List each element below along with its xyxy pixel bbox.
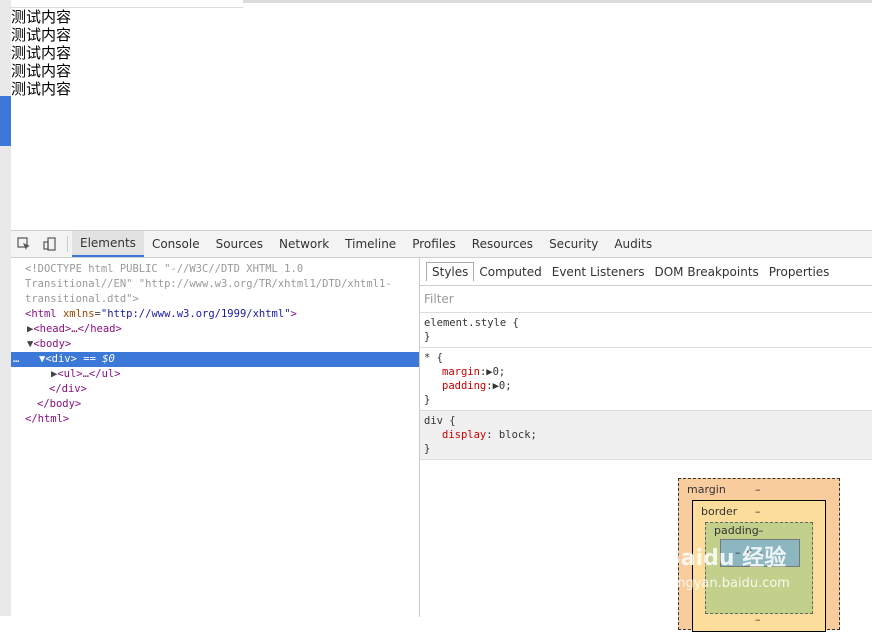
top-bar-segment — [243, 0, 872, 3]
rule-div-useragent: div { display: block; } — [420, 411, 872, 460]
property-name: margin — [442, 366, 480, 378]
border-label: border — [701, 505, 738, 518]
property-value: block; — [498, 429, 537, 441]
style-property: display: block; — [442, 429, 537, 441]
subtab-styles[interactable]: Styles — [426, 262, 475, 281]
subtab-computed[interactable]: Computed — [474, 265, 546, 279]
property-name: display — [442, 429, 487, 441]
rule-close: } — [424, 443, 431, 455]
selected-marker: == $0 — [83, 353, 115, 365]
styles-filter-input[interactable]: Filter — [420, 286, 872, 313]
styles-subtabs: Styles Computed Event Listeners DOM Brea… — [420, 258, 872, 286]
doctype-line[interactable]: Transitional//EN" "http://www.w3.org/TR/… — [11, 277, 419, 292]
more-dots-icon[interactable]: … — [13, 352, 19, 367]
content-line: 测试内容 — [11, 80, 72, 98]
div-tag: <div> — [45, 353, 77, 365]
toolbar-separator — [67, 236, 68, 252]
rule-close: } — [424, 394, 431, 406]
doctype-line[interactable]: <!DOCTYPE html PUBLIC "-//W3C//DTD XHTML… — [11, 262, 419, 277]
tab-console[interactable]: Console — [144, 231, 208, 257]
page-content: 测试内容 测试内容 测试内容 测试内容 测试内容 — [11, 8, 872, 230]
tab-elements[interactable]: Elements — [72, 231, 144, 257]
property-name: padding — [442, 380, 487, 392]
tab-timeline[interactable]: Timeline — [337, 231, 404, 257]
tab-network[interactable]: Network — [271, 231, 337, 257]
rule-close: } — [424, 331, 431, 343]
browser-top-bar — [0, 0, 872, 8]
device-mode-icon[interactable] — [37, 231, 63, 257]
content-line: 测试内容 — [11, 26, 72, 44]
left-accent-bar — [0, 96, 11, 146]
html-open-tag-end: > — [290, 308, 297, 320]
style-property[interactable]: margin:▶0; — [424, 365, 868, 379]
margin-label: margin — [687, 483, 726, 496]
content-line: 测试内容 — [11, 44, 72, 62]
body-tag: <body> — [33, 338, 72, 350]
content-line: 测试内容 — [11, 8, 72, 26]
body-close-tag: </body> — [37, 398, 82, 410]
div-close-tag: </div> — [49, 383, 87, 395]
rule-selector[interactable]: * { — [424, 351, 868, 365]
html-close-node[interactable]: </html> — [11, 412, 419, 427]
rule-selector[interactable]: element.style { — [424, 316, 868, 330]
rule-element-style: element.style { } — [420, 313, 872, 348]
property-value: 0; — [492, 366, 506, 378]
rule-universal: * { margin:▶0; padding:▶0; } — [420, 348, 872, 411]
subtab-event-listeners[interactable]: Event Listeners — [547, 265, 650, 279]
subtab-dom-breakpoints[interactable]: DOM Breakpoints — [649, 265, 763, 279]
border-value[interactable]: – — [755, 505, 761, 518]
tab-resources[interactable]: Resources — [464, 231, 541, 257]
body-close-node[interactable]: </body> — [11, 397, 419, 412]
body-node[interactable]: ▼<body> — [11, 337, 419, 352]
devtools-toolbar: Elements Console Sources Network Timelin… — [11, 231, 872, 258]
padding-value[interactable]: – — [758, 524, 764, 537]
baidu-watermark: Baidu 经验 jingyan.baidu.com — [664, 540, 834, 600]
html-open-tag: <html — [25, 308, 57, 320]
ul-node[interactable]: ▶<ul>…</ul> — [11, 367, 419, 382]
margin-value[interactable]: – — [755, 483, 761, 496]
doctype-line[interactable]: transitional.dtd"> — [11, 292, 419, 307]
style-property[interactable]: padding:▶0; — [424, 379, 868, 393]
tab-security[interactable]: Security — [541, 231, 606, 257]
subtab-properties[interactable]: Properties — [764, 265, 835, 279]
left-sidebar-strip — [0, 0, 11, 616]
head-tag: <head>…</head> — [33, 323, 122, 335]
border-bottom-value[interactable]: – — [755, 613, 761, 626]
tab-profiles[interactable]: Profiles — [404, 231, 464, 257]
html-attr-name: xmlns — [62, 308, 95, 320]
elements-tree: <!DOCTYPE html PUBLIC "-//W3C//DTD XHTML… — [11, 258, 420, 617]
div-node-selected[interactable]: … ▼<div> == $0 — [11, 352, 419, 367]
property-value: 0; — [498, 380, 512, 392]
ul-tag: <ul>…</ul> — [57, 368, 121, 380]
html-attr-value: "http://www.w3.org/1999/xhtml" — [100, 308, 291, 320]
head-node[interactable]: ▶<head>…</head> — [11, 322, 419, 337]
tab-sources[interactable]: Sources — [208, 231, 271, 257]
div-close-node[interactable]: </div> — [11, 382, 419, 397]
content-line: 测试内容 — [11, 62, 72, 80]
padding-label: padding — [714, 524, 759, 537]
watermark-brand: Baidu 经验 — [664, 546, 787, 571]
watermark-url: jingyan.baidu.com — [670, 576, 790, 591]
rule-selector: div { — [424, 415, 456, 427]
inspect-element-icon[interactable] — [11, 231, 37, 257]
top-bar-segment — [11, 0, 243, 8]
tab-audits[interactable]: Audits — [606, 231, 660, 257]
html-node[interactable]: <html xmlns="http://www.w3.org/1999/xhtm… — [11, 307, 419, 322]
html-close-tag: </html> — [25, 413, 70, 425]
